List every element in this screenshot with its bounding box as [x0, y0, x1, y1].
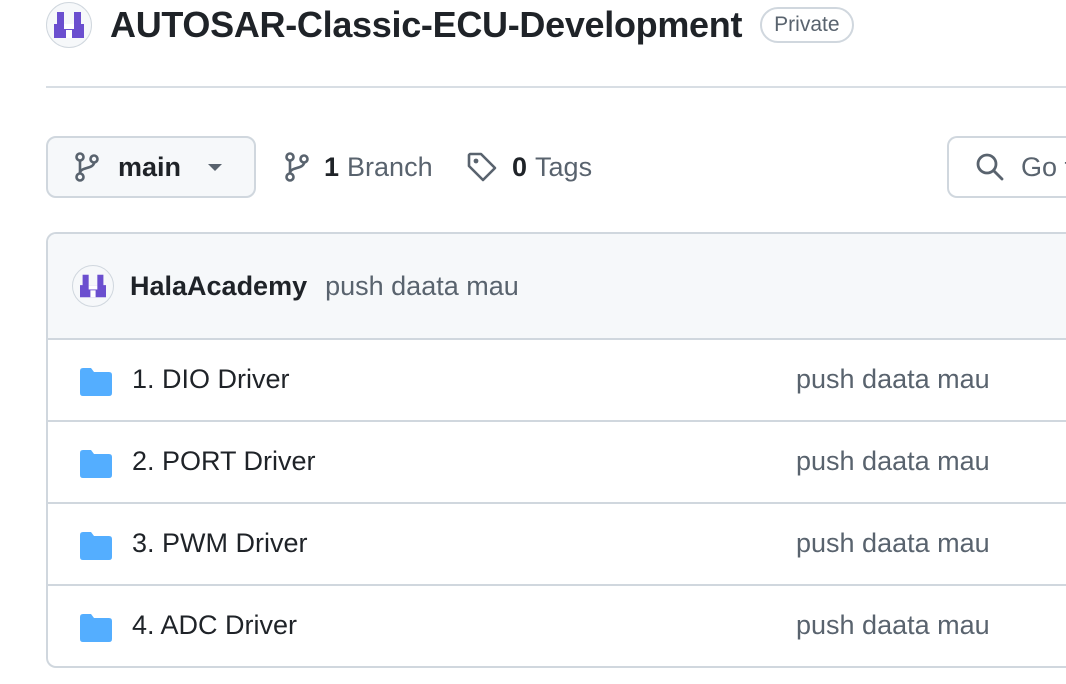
table-row: 3. PWM Driver push daata mau — [48, 504, 1066, 586]
folder-icon — [80, 614, 112, 642]
chevron-down-icon — [208, 164, 222, 171]
branch-name: main — [118, 151, 182, 182]
table-row: 2. PORT Driver push daata mau — [48, 422, 1066, 504]
file-commit-message[interactable]: push daata mau — [796, 364, 990, 395]
search-icon — [976, 153, 1004, 181]
file-commit-message[interactable]: push daata mau — [796, 528, 990, 559]
branch-count: 1 — [324, 151, 340, 182]
folder-icon — [80, 450, 112, 478]
folder-icon — [80, 368, 112, 396]
folder-icon — [80, 532, 112, 560]
file-name-link[interactable]: 2. PORT Driver — [132, 446, 316, 477]
author-avatar[interactable] — [72, 265, 114, 307]
tag-count: 0 — [512, 151, 528, 182]
table-row: 1. DIO Driver push daata mau — [48, 340, 1066, 422]
branch-label: Branch — [347, 151, 433, 182]
git-branch-icon — [75, 152, 99, 182]
repo-header: AUTOSAR-Classic-ECU-Development Private — [46, 0, 854, 50]
commit-message-link[interactable]: push daata mau — [325, 271, 519, 302]
file-name-link[interactable]: 3. PWM Driver — [132, 528, 308, 559]
repo-title[interactable]: AUTOSAR-Classic-ECU-Development — [110, 4, 742, 46]
header-divider — [46, 86, 1066, 88]
go-to-file-input[interactable]: Go t — [947, 136, 1066, 198]
file-name-link[interactable]: 4. ADC Driver — [132, 610, 297, 641]
org-logo-icon — [80, 274, 106, 298]
visibility-badge: Private — [760, 7, 854, 43]
commit-author-link[interactable]: HalaAcademy — [130, 271, 307, 302]
branch-select-button[interactable]: main — [46, 136, 256, 198]
search-placeholder: Go t — [1021, 151, 1066, 182]
file-commit-message[interactable]: push daata mau — [796, 446, 990, 477]
tag-icon — [467, 152, 497, 182]
branches-link[interactable]: 1 Branch — [284, 136, 433, 198]
tags-link[interactable]: 0 Tags — [466, 136, 592, 198]
org-logo-icon — [54, 12, 84, 38]
latest-commit-row: HalaAcademy push daata mau — [48, 234, 1066, 340]
file-name-link[interactable]: 1. DIO Driver — [132, 364, 290, 395]
table-row: 4. ADC Driver push daata mau — [48, 586, 1066, 666]
file-commit-message[interactable]: push daata mau — [796, 610, 990, 641]
file-table: HalaAcademy push daata mau 1. DIO Driver… — [46, 232, 1066, 668]
git-branch-icon — [285, 152, 309, 182]
repo-toolbar: main 1 Branch 0 Tags Go — [46, 136, 1066, 200]
org-avatar[interactable] — [46, 2, 92, 48]
tag-label: Tags — [535, 151, 593, 182]
